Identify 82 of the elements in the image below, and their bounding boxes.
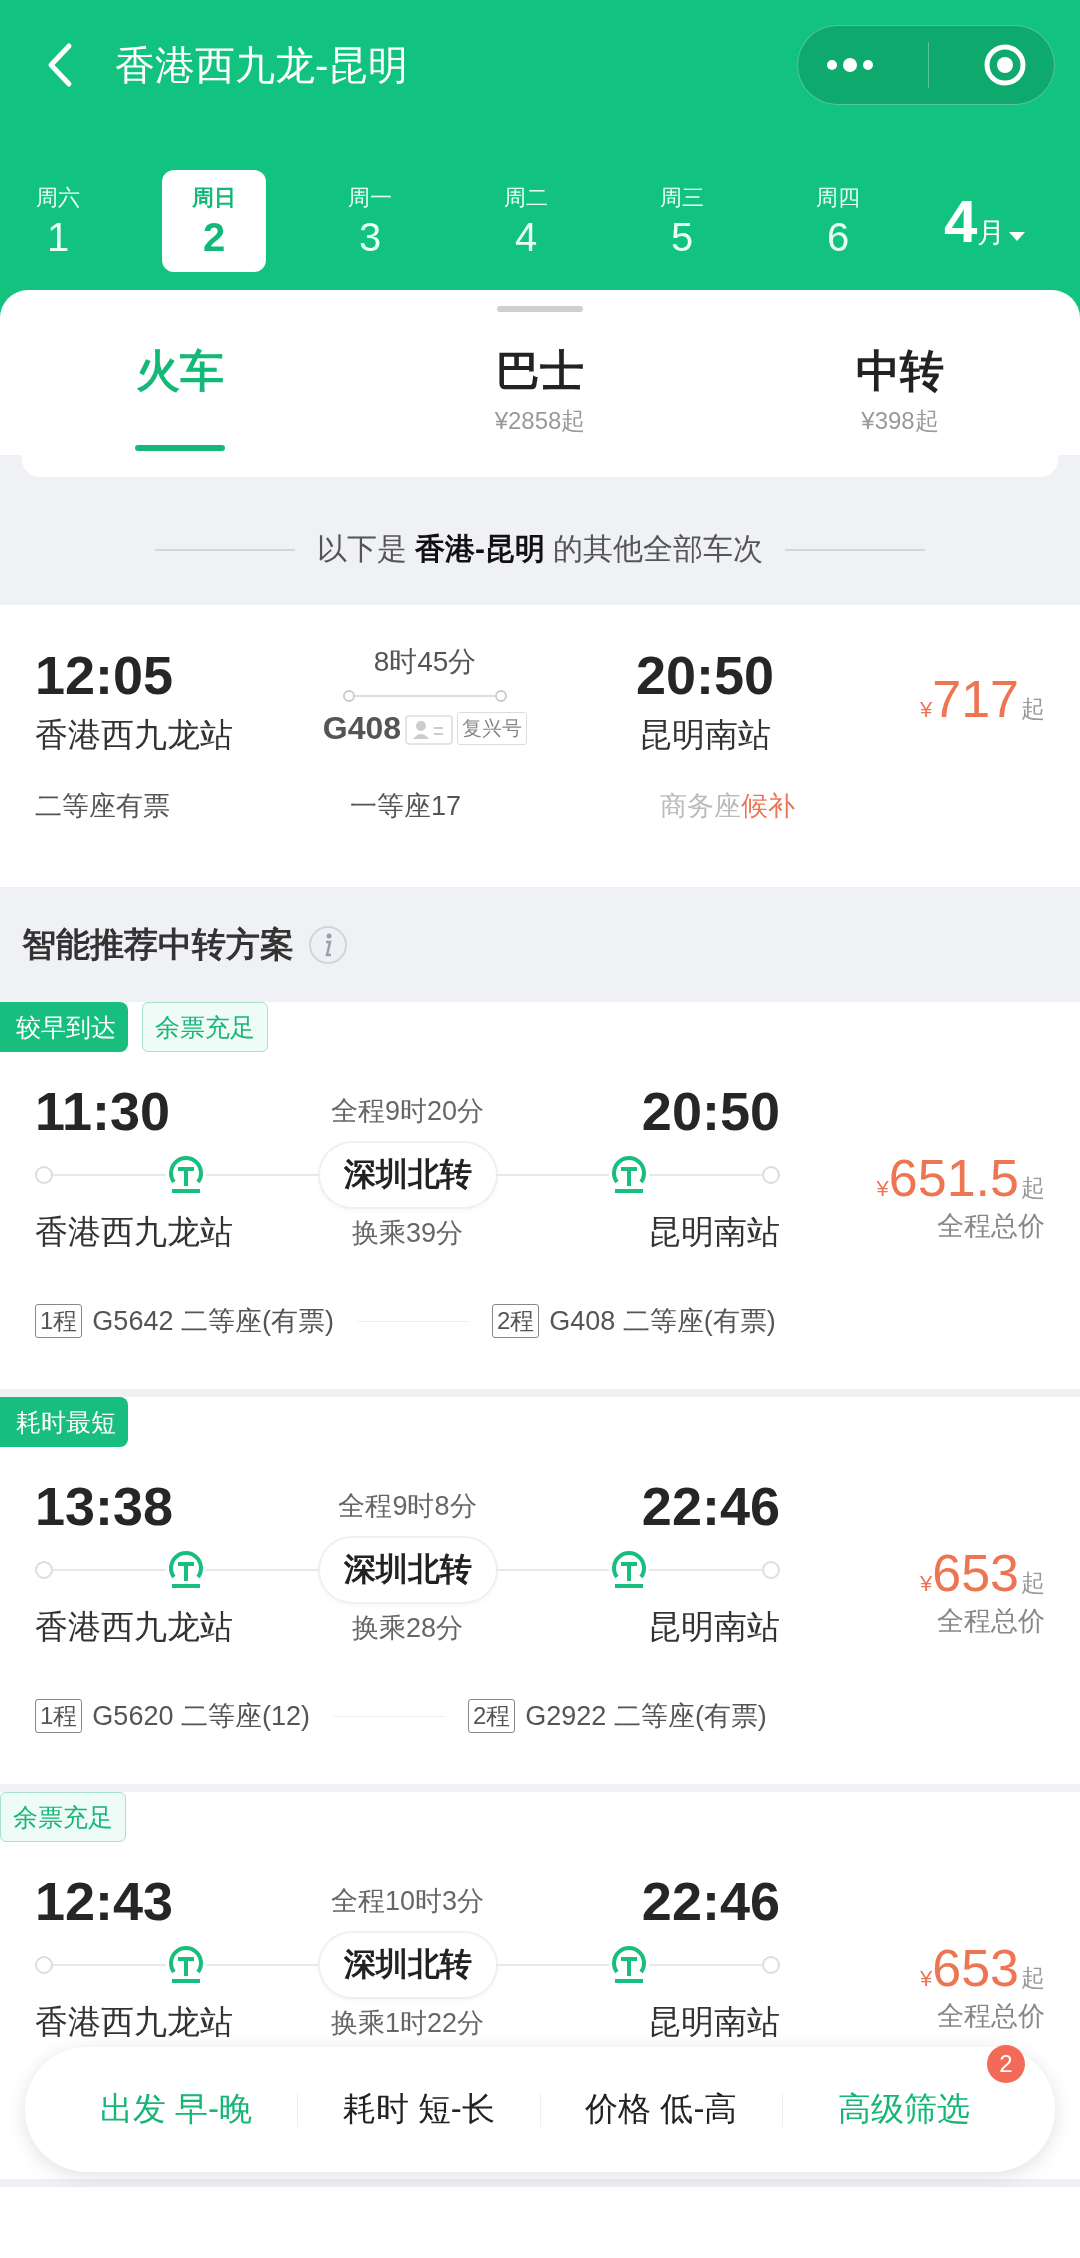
tag: 余票充足 (142, 1002, 268, 1052)
section-title: 智能推荐中转方案 (22, 923, 294, 965)
price-note: 全程总价 (937, 2000, 1045, 2033)
arrive-time: 22:46 (640, 1872, 780, 1930)
duration: 8时45分 (373, 645, 477, 679)
sort-option[interactable]: 耗时 短-长 (342, 2079, 495, 2140)
leg-train-info: G2922 二等座(有票) (525, 1700, 767, 1733)
price-note: 全程总价 (937, 1210, 1045, 1243)
arrive-time: 22:46 (640, 1477, 780, 1535)
station-name: 香港西九龙站 (35, 2002, 234, 2042)
mode-tab[interactable]: 巴士 ¥2858起 (360, 342, 720, 455)
price: ¥651.5 起 (876, 1148, 1045, 1208)
depart-time: 12:43 (35, 1872, 175, 1930)
count-badge: 2 (987, 2045, 1025, 2083)
station-name: 香港西九龙站 (35, 715, 234, 755)
endpoint-dot (762, 1561, 780, 1579)
route-line-icon (342, 689, 508, 703)
endpoint-dot (35, 1956, 53, 1974)
date-tab[interactable]: 周六 1 (6, 170, 110, 272)
total-duration: 全程9时20分 (329, 1095, 485, 1128)
transfer-wait: 换乘39分 (350, 1216, 464, 1250)
sort-option[interactable]: 高级筛选 (838, 2079, 971, 2140)
station-name: 香港西九龙站 (35, 1212, 234, 1252)
station-name: 昆明南站 (647, 2002, 780, 2042)
station-name: 香港西九龙站 (35, 1607, 234, 1647)
caret-icon (1009, 231, 1026, 242)
transfer-wait: 换乘28分 (350, 1611, 464, 1645)
sort-option[interactable]: 价格 低-高 (585, 2079, 738, 2140)
tag: 余票充足 (0, 1792, 126, 1842)
leg-train-info: G5620 二等座(12) (92, 1700, 310, 1733)
endpoint-dot (35, 1561, 53, 1579)
endpoint-dot (762, 1166, 780, 1184)
endpoint-dot (35, 1166, 53, 1184)
date-tab[interactable]: 周二 4 (474, 170, 578, 272)
date-tab[interactable]: 周日 2 (162, 170, 266, 272)
depart-time: 13:38 (35, 1477, 175, 1535)
leg-tag: 2程 (467, 1699, 516, 1733)
leg-tag: 1程 (35, 1699, 83, 1733)
depart-time: 12:05 (35, 644, 175, 707)
info-icon[interactable] (308, 924, 348, 965)
price: ¥653 起 (920, 1543, 1045, 1603)
station-name: 昆明南站 (639, 715, 771, 755)
section-divider-text: 以下是 香港-昆明 的其他全部车次 (316, 531, 764, 567)
transfer-wait: 换乘1时22分 (329, 2006, 485, 2040)
mode-tab[interactable]: 中转 ¥398起 (720, 342, 1080, 455)
leg-train-info: G5642 二等座(有票) (92, 1305, 334, 1338)
seat-availability: 一等座17 (350, 790, 463, 823)
transfer-station-pill: 深圳北转 (319, 1538, 496, 1602)
total-duration: 全程9时8分 (337, 1490, 478, 1523)
transfer-station-pill: 深圳北转 (319, 1143, 496, 1207)
station-name: 昆明南站 (647, 1212, 780, 1252)
seat-availability: 二等座有票 (35, 790, 171, 823)
train-card[interactable]: 12:05 香港西九龙站 8时45分 G408 复兴号 20:50 昆明南站 ¥717 起 二等座有票 一等座17 商务座候补 (0, 605, 1080, 887)
tag: 耗时最短 (0, 1397, 128, 1447)
tag: 较早到达 (0, 1002, 128, 1052)
transfer-card[interactable]: 较早到达 余票充足 11:30 全程9时20分 20:50 深圳北转 香港西九龙站 换乘39分 昆明南站 ¥651.5 起 全程总价 1程 G5642 二等座(有票) 2程 G408 二等座(有票) (0, 1002, 1080, 1389)
date-tab[interactable]: 周一 3 (318, 170, 422, 272)
drag-handle[interactable] (497, 306, 583, 312)
price: ¥653 起 (920, 1938, 1045, 1998)
passenger-icon (405, 715, 454, 745)
endpoint-dot (762, 1956, 780, 1974)
month-picker[interactable]: 4月 (944, 186, 1026, 256)
price: ¥717 起 (920, 669, 1045, 730)
arrive-time: 20:50 (635, 644, 775, 707)
seat-availability: 商务座候补 (660, 790, 795, 823)
train-type-tag: 复兴号 (457, 711, 528, 745)
leg-tag: 2程 (491, 1304, 540, 1338)
leg-tag: 1程 (35, 1304, 83, 1338)
transfer-card[interactable]: 耗时最短 13:38 全程9时8分 22:46 深圳北转 香港西九龙站 换乘28分 昆明南站 ¥653 起 全程总价 1程 G5620 二等座(12) 2程 G2922 二等座(有票) (0, 1397, 1080, 1784)
sort-option[interactable]: 出发 早-晚 (99, 2079, 252, 2140)
date-tab[interactable]: 周三 5 (630, 170, 734, 272)
train-number: G408 (322, 709, 402, 747)
mode-tab[interactable]: 火车 (0, 342, 360, 455)
transfer-station-pill: 深圳北转 (319, 1933, 496, 1997)
arrive-time: 20:50 (640, 1082, 780, 1140)
page-title: 香港西九龙-昆明 (115, 41, 410, 89)
price-note: 全程总价 (937, 1605, 1045, 1638)
total-duration: 全程10时3分 (329, 1885, 485, 1918)
depart-time: 11:30 (35, 1082, 172, 1140)
date-tab[interactable]: 周四 6 (786, 170, 890, 272)
station-name: 昆明南站 (647, 1607, 780, 1647)
leg-train-info: G408 二等座(有票) (549, 1305, 776, 1338)
